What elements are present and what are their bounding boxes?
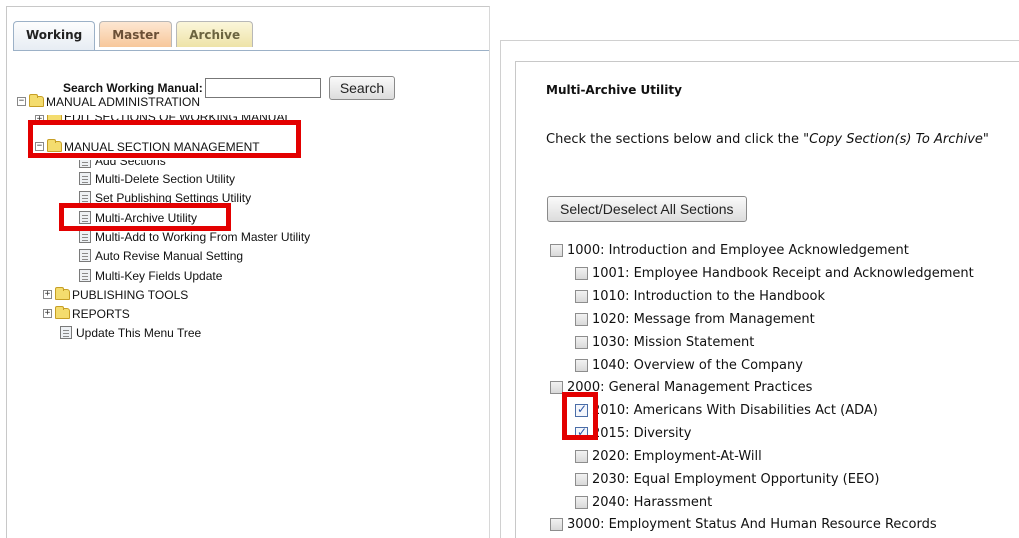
tree-node-label: REPORTS	[72, 306, 130, 321]
page-icon	[79, 160, 91, 168]
expand-icon[interactable]: +	[43, 309, 52, 318]
tree-node-label: Set Publishing Settings Utility	[95, 190, 252, 205]
section-row-1000[interactable]: 1000: Introduction and Employee Acknowle…	[550, 241, 909, 259]
section-row-2000[interactable]: 2000: General Management Practices	[550, 378, 812, 396]
instruction-button-name: "Copy Section(s) To Archive"	[803, 132, 989, 147]
content-frame-top	[500, 40, 1019, 41]
section-checkbox[interactable]	[575, 289, 588, 303]
section-row-1040[interactable]: 1040: Overview of the Company	[575, 356, 803, 374]
tree-node-label: Auto Revise Manual Setting	[95, 248, 244, 263]
section-label: 2030: Equal Employment Opportunity (EEO)	[592, 471, 880, 487]
collapse-icon[interactable]: −	[35, 142, 44, 151]
collapse-icon[interactable]: −	[17, 97, 26, 106]
section-label: 2015: Diversity	[592, 425, 692, 441]
section-label: 2040: Harassment	[592, 494, 713, 510]
section-label: 1000: Introduction and Employee Acknowle…	[567, 242, 909, 258]
section-row-3000[interactable]: 3000: Employment Status And Human Resour…	[550, 515, 937, 533]
section-checkbox-checked[interactable]	[575, 402, 588, 417]
section-label: 3000: Employment Status And Human Resour…	[567, 516, 937, 532]
tree-node-label: MANUAL ADMINISTRATION	[46, 94, 201, 109]
tree-node-label: Update This Menu Tree	[76, 325, 202, 340]
page-icon	[79, 172, 91, 185]
expand-icon[interactable]: +	[35, 115, 44, 124]
section-row-1010[interactable]: 1010: Introduction to the Handbook	[575, 287, 825, 305]
section-label: 1030: Mission Statement	[592, 334, 755, 350]
section-label: 1020: Message from Management	[592, 311, 815, 327]
section-checkbox[interactable]	[575, 495, 588, 509]
tree-leaf-update-menu-tree[interactable]: Update This Menu Tree	[60, 324, 201, 341]
open-folder-icon	[47, 139, 62, 152]
tree-node-publishing-tools[interactable]: + PUBLISHING TOOLS	[43, 286, 188, 303]
section-row-2010[interactable]: 2010: Americans With Disabilities Act (A…	[575, 401, 878, 419]
search-button[interactable]: Search	[328, 76, 396, 100]
tree-leaf-multi-archive[interactable]: Multi-Archive Utility	[79, 209, 197, 226]
section-row-2020[interactable]: 2020: Employment-At-Will	[575, 447, 762, 465]
section-label: 2000: General Management Practices	[567, 379, 813, 395]
page-icon	[79, 191, 91, 204]
section-checkbox[interactable]	[575, 358, 588, 372]
tree-node-reports[interactable]: + REPORTS	[43, 305, 130, 322]
manual-tree: Search Working Manual: Search − MANUAL A…	[7, 7, 489, 538]
folder-icon	[55, 287, 70, 300]
section-label: 1001: Employee Handbook Receipt and Ackn…	[592, 265, 974, 281]
section-row-1020[interactable]: 1020: Message from Management	[575, 310, 815, 328]
section-row-2030[interactable]: 2030: Equal Employment Opportunity (EEO)	[575, 470, 879, 488]
section-checkbox[interactable]	[575, 472, 588, 486]
tree-leaf-multi-key[interactable]: Multi-Key Fields Update	[79, 267, 222, 284]
panel-title: Multi-Archive Utility	[546, 83, 682, 97]
page-icon	[60, 326, 72, 339]
tree-node-manual-administration[interactable]: − MANUAL ADMINISTRATION	[17, 93, 200, 110]
section-row-2015[interactable]: 2015: Diversity	[575, 424, 691, 442]
section-checkbox[interactable]	[550, 517, 563, 531]
tree-node-label: Add Sections	[95, 160, 166, 168]
multi-archive-panel: Multi-Archive Utility Check the sections…	[515, 61, 1019, 538]
tree-node-label: Multi-Archive Utility	[95, 210, 198, 225]
tree-node-label: Multi-Add to Working From Master Utility	[95, 229, 311, 244]
folder-icon	[55, 306, 70, 319]
section-checkbox[interactable]	[575, 449, 588, 463]
page-icon	[79, 269, 91, 282]
tree-node-manual-section-management[interactable]: − MANUAL SECTION MANAGEMENT	[35, 138, 260, 155]
tree-node-label: Multi-Delete Section Utility	[95, 171, 236, 186]
folder-icon	[47, 115, 62, 124]
search-input[interactable]	[204, 78, 321, 98]
page-icon	[79, 230, 91, 243]
section-label: 1040: Overview of the Company	[592, 357, 803, 373]
section-label: 2020: Employment-At-Will	[592, 448, 762, 464]
tree-leaf-add-sections[interactable]: Add Sections	[79, 160, 166, 168]
page-icon	[79, 211, 91, 224]
page-icon	[79, 249, 91, 262]
select-deselect-all-button[interactable]: Select/Deselect All Sections	[547, 196, 747, 222]
expand-icon[interactable]: +	[43, 290, 52, 299]
section-checkbox[interactable]	[575, 335, 588, 349]
section-checkbox[interactable]	[550, 243, 563, 257]
left-navigation-frame: Working Master Archive Search Working Ma…	[6, 6, 490, 538]
tree-node-label: EDIT SECTIONS OF WORKING MANUAL	[64, 115, 292, 124]
section-checkbox[interactable]	[550, 380, 563, 394]
tree-node-label: Multi-Key Fields Update	[95, 268, 223, 283]
panel-instruction: Check the sections below and click the "…	[546, 132, 989, 147]
tree-node-label: MANUAL SECTION MANAGEMENT	[64, 139, 260, 154]
section-row-1001[interactable]: 1001: Employee Handbook Receipt and Ackn…	[575, 264, 974, 282]
tree-leaf-multi-add[interactable]: Multi-Add to Working From Master Utility	[79, 228, 310, 245]
tree-leaf-auto-revise[interactable]: Auto Revise Manual Setting	[79, 247, 243, 264]
tree-leaf-set-publishing[interactable]: Set Publishing Settings Utility	[79, 189, 251, 206]
section-checkbox[interactable]	[575, 312, 588, 326]
section-label: 1010: Introduction to the Handbook	[592, 288, 826, 304]
section-row-2040[interactable]: 2040: Harassment	[575, 493, 712, 511]
tree-node-label: PUBLISHING TOOLS	[72, 287, 189, 302]
content-frame-left	[500, 40, 501, 538]
section-row-1030[interactable]: 1030: Mission Statement	[575, 333, 754, 351]
section-label: 2010: Americans With Disabilities Act (A…	[592, 402, 878, 418]
section-checkbox-checked[interactable]	[575, 425, 588, 440]
instruction-text: Check the sections below and click the	[546, 132, 804, 147]
tree-node-edit-sections[interactable]: + EDIT SECTIONS OF WORKING MANUAL	[35, 115, 291, 124]
tree-leaf-multi-delete[interactable]: Multi-Delete Section Utility	[79, 170, 235, 187]
section-checkbox[interactable]	[575, 266, 588, 280]
open-folder-icon	[29, 94, 44, 107]
